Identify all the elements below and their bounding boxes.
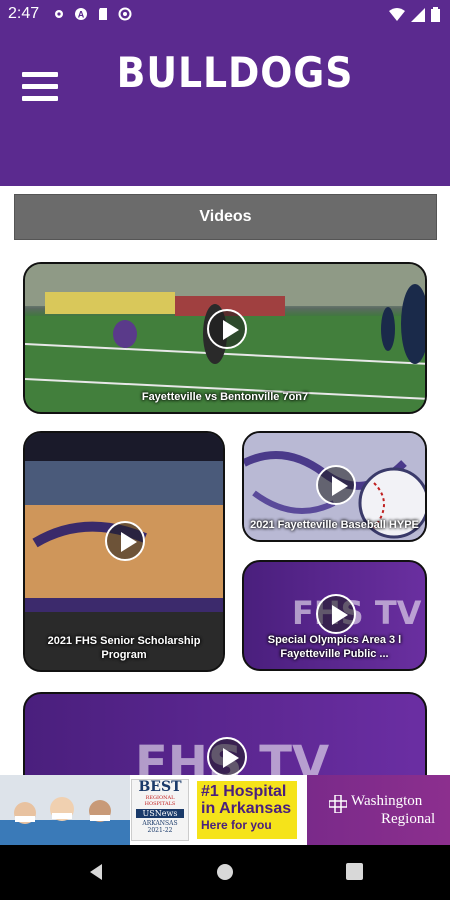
- video-caption: Fayetteville vs Bentonville 7on7: [141, 391, 309, 403]
- signal-icon: [411, 7, 425, 22]
- video-card[interactable]: Fayetteville vs Bentonville 7on7: [23, 262, 427, 414]
- settings-icon: [55, 10, 63, 18]
- ad-photo-doctors: [0, 775, 130, 845]
- video-card[interactable]: FHS TV Special Olympics Area 3 l Fayette…: [242, 560, 427, 671]
- bulldogs-logo: BULLDOGS: [116, 48, 354, 97]
- play-icon[interactable]: [316, 465, 356, 505]
- videos-section-header: Videos: [14, 194, 437, 240]
- app-header: BULLDOGS: [0, 28, 450, 186]
- system-nav-bar: [0, 845, 450, 900]
- status-bar: 2:47 A: [0, 0, 450, 28]
- play-icon[interactable]: [316, 594, 356, 634]
- fhs-tv-watermark: FHS TV: [292, 594, 422, 632]
- washington-regional-logo: Washington Regional: [307, 775, 450, 845]
- video-caption: Special Olympics Area 3 l Fayetteville P…: [267, 634, 402, 660]
- notification-icons: A: [52, 7, 132, 21]
- battery-icon: [431, 7, 440, 22]
- video-caption: 2021 FHS Senior Scholarship Program: [47, 635, 201, 661]
- video-caption: 2021 Fayetteville Baseball HYPE: [250, 519, 419, 531]
- play-icon[interactable]: [207, 309, 247, 349]
- video-card[interactable]: 2021 Fayetteville Baseball HYPE: [242, 431, 427, 542]
- best-hospitals-badge: BEST REGIONAL HOSPITALS USNews ARKANSAS …: [131, 779, 189, 841]
- home-icon[interactable]: [216, 863, 234, 881]
- ad-banner[interactable]: BEST REGIONAL HOSPITALS USNews ARKANSAS …: [0, 775, 450, 845]
- status-time: 2:47: [8, 5, 40, 22]
- recents-icon[interactable]: [346, 863, 363, 880]
- app-a-icon: A: [75, 8, 87, 20]
- back-icon[interactable]: [88, 863, 104, 881]
- play-icon[interactable]: [207, 737, 247, 777]
- sync-icon: [118, 7, 132, 21]
- play-icon[interactable]: [105, 521, 145, 561]
- ad-headline: #1 Hospital in Arkansas Here for you: [197, 781, 297, 839]
- video-card[interactable]: 2021 FHS Senior Scholarship Program: [23, 431, 225, 672]
- system-icons: [389, 7, 440, 22]
- sd-card-icon: [99, 8, 107, 20]
- wifi-icon: [389, 7, 405, 21]
- section-title: Videos: [199, 208, 252, 225]
- cross-icon: [329, 795, 347, 813]
- svg-text:A: A: [78, 10, 85, 20]
